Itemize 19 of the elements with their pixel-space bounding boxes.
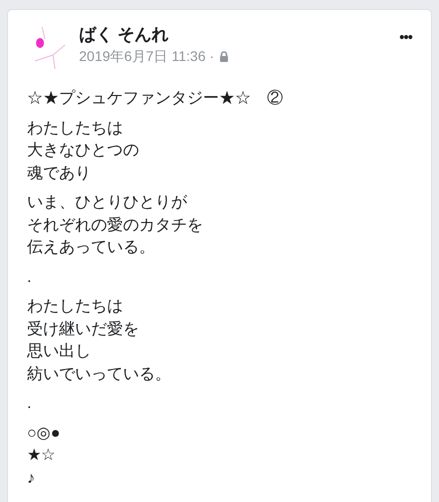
- post-text-line: 伝えあっている。: [27, 238, 155, 258]
- post-text-line: わたしたちは: [27, 297, 123, 317]
- post-text-line: ♪: [27, 468, 35, 488]
- more-options-button[interactable]: •••: [399, 30, 412, 45]
- post-text-line: ○◎●: [27, 424, 60, 444]
- lock-icon: [219, 50, 230, 62]
- post-text-line: 紡いでいっている。: [27, 364, 171, 384]
- author-name[interactable]: ばく そんれ: [79, 24, 230, 46]
- post-text-line: 受け継いだ愛を: [27, 320, 139, 340]
- post-text-line: .: [27, 268, 32, 288]
- post-text-line: ☆★プシュケファンタジー★☆ ②: [27, 88, 283, 109]
- post-text-line: 思い出し: [27, 342, 91, 362]
- post-text-line: 魂であり: [27, 164, 91, 184]
- post-text-line: それぞれの愛のカタチを: [27, 216, 203, 236]
- post-text-line: 大きなひとつの: [27, 140, 139, 161]
- post-text-line: わたしたちは: [27, 118, 123, 138]
- post-text-line: ★☆: [27, 446, 55, 466]
- post-text-line: .: [27, 394, 32, 414]
- post-text-line: いま、ひとりひとりが: [27, 193, 187, 213]
